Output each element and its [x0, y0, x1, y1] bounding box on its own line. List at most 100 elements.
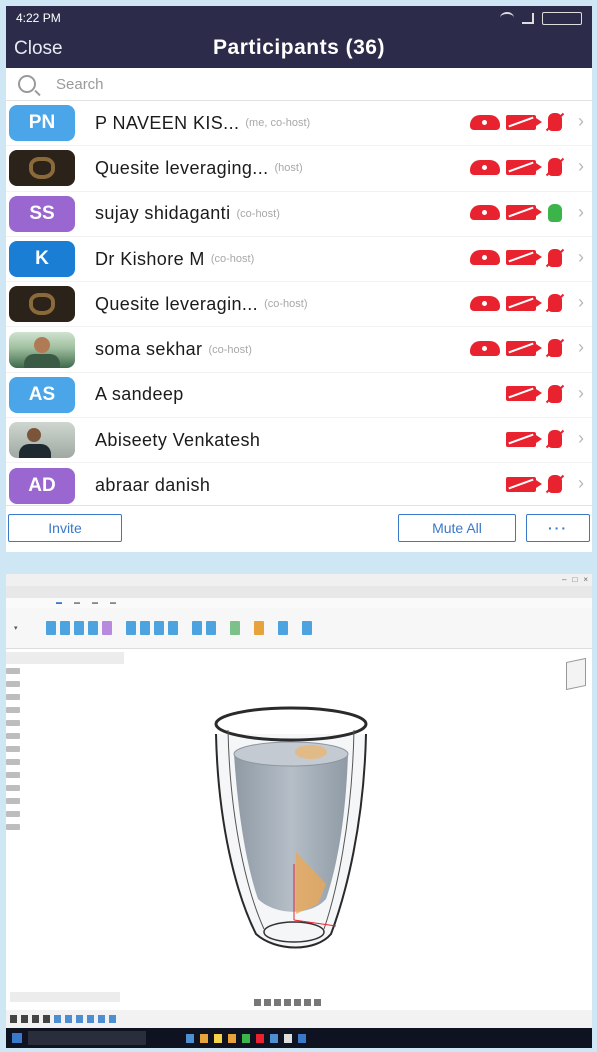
- timeline-feature-icon[interactable]: [65, 1015, 72, 1023]
- chevron-right-icon[interactable]: ›: [578, 428, 584, 449]
- ribbon-tool-icon[interactable]: [302, 621, 312, 635]
- timeline-feature-icon[interactable]: [98, 1015, 105, 1023]
- glass-model-icon: [214, 706, 368, 949]
- fit-icon[interactable]: [284, 999, 291, 1006]
- participant-row[interactable]: Quesite leveraging... (host) ›: [6, 146, 592, 192]
- search-input[interactable]: [54, 74, 358, 94]
- ribbon-tool-icon[interactable]: [192, 621, 202, 635]
- taskbar-app-icon[interactable]: [200, 1033, 208, 1043]
- taskbar-app-icon[interactable]: [228, 1033, 236, 1043]
- chevron-right-icon[interactable]: ›: [578, 337, 584, 358]
- browser-tree-item[interactable]: [6, 781, 124, 794]
- maximize-icon[interactable]: □: [572, 575, 577, 584]
- browser-tree-item[interactable]: [6, 807, 124, 820]
- chevron-right-icon[interactable]: ›: [578, 247, 584, 268]
- view-cube-icon[interactable]: [566, 657, 586, 691]
- orbit-icon[interactable]: [254, 999, 261, 1006]
- mute-all-button[interactable]: Mute All: [398, 514, 516, 542]
- ribbon-tool-icon[interactable]: [230, 621, 240, 635]
- taskbar-app-icon[interactable]: [298, 1033, 306, 1043]
- browser-tree-item[interactable]: [6, 677, 124, 690]
- timeline-feature-icon[interactable]: [54, 1015, 61, 1023]
- participant-name: soma sekhar: [95, 339, 203, 360]
- close-icon[interactable]: ×: [583, 575, 588, 584]
- pan-icon[interactable]: [264, 999, 271, 1006]
- ribbon-tab[interactable]: ▬: [56, 600, 62, 606]
- window-controls: – □ ×: [562, 575, 588, 584]
- taskbar-app-icon[interactable]: [270, 1033, 278, 1043]
- ribbon-tool-icon[interactable]: [74, 621, 84, 635]
- ribbon-tool-icon[interactable]: [254, 621, 264, 635]
- browser-tree-item[interactable]: [6, 703, 124, 716]
- participant-row[interactable]: Quesite leveragin... (co-host) ›: [6, 282, 592, 328]
- search-bar: [6, 68, 592, 101]
- chevron-right-icon[interactable]: ›: [578, 292, 584, 313]
- timeline-control-icon[interactable]: [21, 1015, 28, 1023]
- ribbon-tool-icon[interactable]: [102, 621, 112, 635]
- ribbon-tool-icon[interactable]: [88, 621, 98, 635]
- participant-row[interactable]: AD abraar danish ›: [6, 463, 592, 509]
- workspace-selector[interactable]: ▾: [14, 624, 42, 632]
- design-timeline: [6, 1010, 592, 1028]
- browser-tree-item[interactable]: [6, 664, 124, 677]
- minimize-icon[interactable]: –: [562, 575, 566, 584]
- comments-panel[interactable]: [10, 992, 120, 1002]
- chevron-right-icon[interactable]: ›: [578, 156, 584, 177]
- participant-row[interactable]: PN P NAVEEN KIS... (me, co-host) ›: [6, 101, 592, 147]
- browser-tree-item[interactable]: [6, 690, 124, 703]
- taskbar-app-icon[interactable]: [284, 1033, 292, 1043]
- timeline-control-icon[interactable]: [32, 1015, 39, 1023]
- taskbar-search-box[interactable]: [28, 1031, 146, 1045]
- participant-row[interactable]: SS sujay shidaganti (co-host) ›: [6, 192, 592, 237]
- ribbon-tool-icon[interactable]: [46, 621, 56, 635]
- ribbon-tool-icon[interactable]: [278, 621, 288, 635]
- status-bar: 4:22 PM: [6, 6, 592, 30]
- taskbar-app-icon[interactable]: [186, 1033, 194, 1043]
- timeline-control-icon[interactable]: [10, 1015, 17, 1023]
- timeline-feature-icon[interactable]: [109, 1015, 116, 1023]
- ribbon-tool-icon[interactable]: [154, 621, 164, 635]
- participant-row[interactable]: Abiseety Venkatesh ›: [6, 418, 592, 464]
- chevron-right-icon[interactable]: ›: [578, 383, 584, 404]
- windows-start-icon[interactable]: [12, 1033, 22, 1043]
- ribbon-tab[interactable]: ▬: [110, 600, 116, 606]
- ribbon-tool-icon[interactable]: [206, 621, 216, 635]
- more-options-button[interactable]: ···: [526, 514, 590, 542]
- participant-status-icons: [470, 113, 562, 131]
- ribbon-tool-icon[interactable]: [60, 621, 70, 635]
- viewports-icon[interactable]: [314, 999, 321, 1006]
- grid-icon[interactable]: [304, 999, 311, 1006]
- browser-tree-item[interactable]: [6, 716, 124, 729]
- participant-row[interactable]: AS A sandeep ›: [6, 373, 592, 419]
- microphone-muted-icon: [548, 113, 562, 131]
- taskbar-app-icon[interactable]: [242, 1033, 250, 1043]
- taskbar-app-icon[interactable]: [256, 1033, 264, 1043]
- zoom-icon[interactable]: [274, 999, 281, 1006]
- chevron-right-icon[interactable]: ›: [578, 473, 584, 494]
- browser-tree-item[interactable]: [6, 820, 124, 833]
- ribbon-tool-icon[interactable]: [140, 621, 150, 635]
- browser-tree-item[interactable]: [6, 742, 124, 755]
- page-title: Participants (36): [213, 36, 385, 59]
- invite-button[interactable]: Invite: [8, 514, 122, 542]
- participant-row[interactable]: K Dr Kishore M (co-host) ›: [6, 237, 592, 283]
- participants-header: Close Participants (36): [6, 30, 592, 68]
- chevron-right-icon[interactable]: ›: [578, 202, 584, 223]
- cad-desktop-screenshot: – □ × ▬ ▬ ▬ ▬ ▾: [6, 574, 592, 1048]
- timeline-feature-icon[interactable]: [76, 1015, 83, 1023]
- browser-tree-item[interactable]: [6, 794, 124, 807]
- ribbon-tab[interactable]: ▬: [74, 600, 80, 606]
- ribbon-tool-icon[interactable]: [168, 621, 178, 635]
- browser-tree-item[interactable]: [6, 768, 124, 781]
- timeline-control-icon[interactable]: [43, 1015, 50, 1023]
- ribbon-tab[interactable]: ▬: [92, 600, 98, 606]
- participant-row[interactable]: soma sekhar (co-host) ›: [6, 327, 592, 373]
- timeline-feature-icon[interactable]: [87, 1015, 94, 1023]
- browser-tree-item[interactable]: [6, 729, 124, 742]
- taskbar-app-icon[interactable]: [214, 1033, 222, 1043]
- chevron-right-icon[interactable]: ›: [578, 111, 584, 132]
- quick-access-toolbar: [6, 586, 592, 598]
- ribbon-tool-icon[interactable]: [126, 621, 136, 635]
- browser-tree-item[interactable]: [6, 755, 124, 768]
- display-settings-icon[interactable]: [294, 999, 301, 1006]
